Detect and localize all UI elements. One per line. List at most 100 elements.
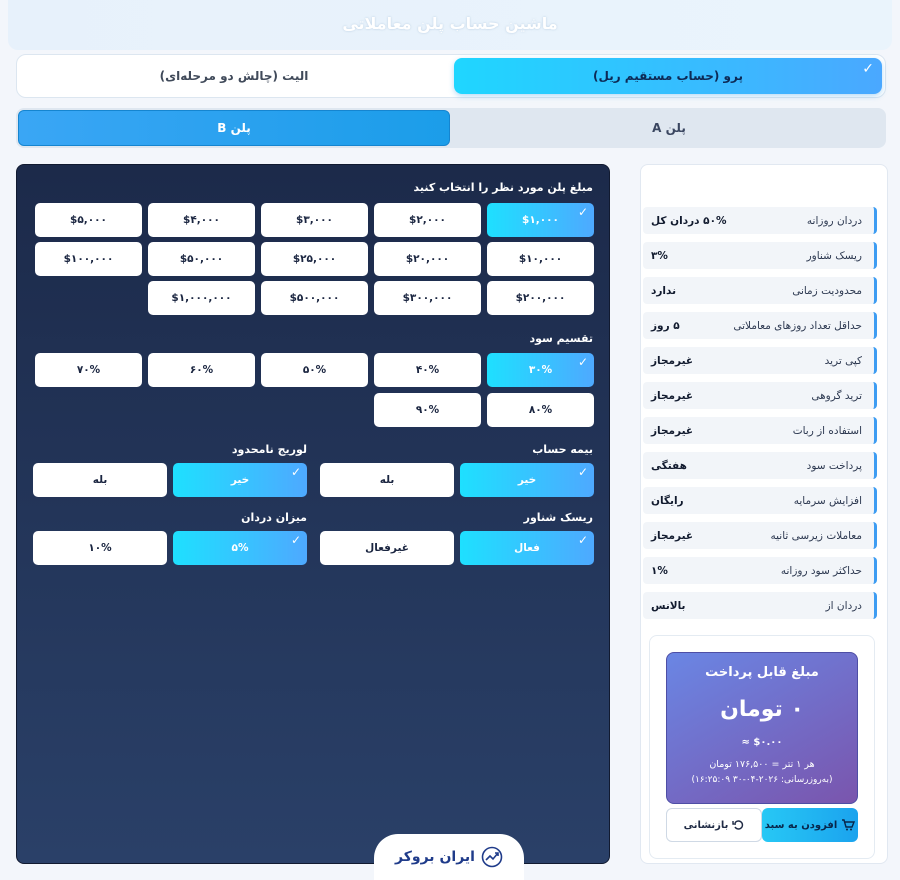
split-option[interactable]: ۶۰% bbox=[148, 353, 255, 387]
insurance-no-option[interactable]: ✓ خیر bbox=[460, 463, 594, 497]
split-option-label: ۹۰% bbox=[415, 404, 440, 416]
info-value: بالانس bbox=[651, 599, 686, 612]
tab-pro[interactable]: ✓ پرو (حساب مستقیم ریل) bbox=[454, 58, 882, 94]
amount-option[interactable]: ✓ $۱,۰۰۰ bbox=[487, 203, 594, 237]
info-value: غیرمجاز bbox=[651, 529, 694, 542]
split-section-title: تقسیم سود bbox=[529, 332, 593, 345]
info-value: غیرمجاز bbox=[651, 424, 694, 437]
split-option[interactable]: ۸۰% bbox=[487, 393, 594, 427]
leverage-option-label: بله bbox=[92, 474, 108, 486]
info-value: ۱% bbox=[651, 564, 668, 577]
info-row: حداکثر سود روزانه ۱% bbox=[643, 557, 877, 584]
amount-option-label: $۱۰۰,۰۰۰ bbox=[63, 253, 114, 265]
amount-option-label: $۵۰۰,۰۰۰ bbox=[289, 292, 340, 304]
top-banner: ماشین حساب پلن معاملاتی bbox=[8, 0, 892, 50]
amount-option[interactable]: $۱۰,۰۰۰ bbox=[487, 242, 594, 276]
info-row: معاملات زیرسی ثانیه غیرمجاز bbox=[643, 522, 877, 549]
check-icon: ✓ bbox=[862, 61, 874, 77]
cart-icon bbox=[842, 819, 856, 831]
add-to-cart-button[interactable]: افزودن به سبد bbox=[762, 808, 858, 842]
last-updated: (به‌روزرسانی: ۲۰۲۶-۰۴-۳۰ ۱۶:۲۵:۰۹) bbox=[691, 775, 833, 785]
amount-option-label: $۵۰,۰۰۰ bbox=[179, 253, 224, 265]
brand-logo[interactable]: ایران بروکر bbox=[374, 834, 524, 880]
split-option-label: ۸۰% bbox=[528, 404, 553, 416]
amount-option-label: $۲,۰۰۰ bbox=[409, 214, 446, 226]
split-option-label: ۵۰% bbox=[302, 364, 327, 376]
info-label: استفاده از ربات bbox=[792, 424, 862, 437]
reset-label: بازنشانی bbox=[683, 819, 729, 831]
payment-amount: ۰ تومان bbox=[720, 697, 804, 722]
plan-info-panel: دردان روزانه ۵۰% دردان کل ریسک شناور ۳% … bbox=[640, 164, 888, 864]
leverage-section-title: لوریج نامحدود bbox=[231, 443, 307, 456]
amount-option-label: $۲۰۰,۰۰۰ bbox=[515, 292, 566, 304]
drawdown-10-option[interactable]: ۱۰% bbox=[33, 531, 167, 565]
payment-title: مبلغ قابل پرداخت bbox=[705, 665, 819, 680]
split-option[interactable]: ۷۰% bbox=[35, 353, 142, 387]
amount-option[interactable]: $۲۰,۰۰۰ bbox=[374, 242, 481, 276]
trend-logo-icon bbox=[481, 846, 503, 868]
amount-option[interactable]: $۲۵,۰۰۰ bbox=[261, 242, 368, 276]
info-value: غیرمجاز bbox=[651, 354, 694, 367]
check-icon: ✓ bbox=[577, 533, 588, 547]
amount-option-label: $۱۰,۰۰۰ bbox=[518, 253, 563, 265]
split-option-label: ۴۰% bbox=[415, 364, 440, 376]
tab-elite[interactable]: الیت (چالش دو مرحله‌ای) bbox=[20, 58, 448, 94]
amount-option[interactable]: $۳,۰۰۰ bbox=[261, 203, 368, 237]
insurance-yes-option[interactable]: بله bbox=[320, 463, 454, 497]
drawdown-5-option[interactable]: ✓ ۵% bbox=[173, 531, 307, 565]
amount-option[interactable]: $۵۰,۰۰۰ bbox=[148, 242, 255, 276]
split-option[interactable]: ۴۰% bbox=[374, 353, 481, 387]
split-option-label: ۳۰% bbox=[528, 364, 553, 376]
amount-option[interactable]: $۱,۰۰۰,۰۰۰ bbox=[148, 281, 255, 315]
split-option[interactable]: ✓ ۳۰% bbox=[487, 353, 594, 387]
check-icon: ✓ bbox=[290, 533, 301, 547]
tab-plan-b[interactable]: پلن B bbox=[18, 110, 450, 146]
info-label: افزایش سرمایه bbox=[793, 494, 862, 507]
account-type-tabs: ✓ پرو (حساب مستقیم ریل) الیت (چالش دو مر… bbox=[16, 54, 886, 98]
brand-name: ایران بروکر bbox=[395, 849, 475, 865]
undo-icon bbox=[732, 820, 744, 830]
leverage-option-label: خیر bbox=[230, 474, 250, 486]
amount-option[interactable]: $۵۰۰,۰۰۰ bbox=[261, 281, 368, 315]
drawdown-option-label: ۱۰% bbox=[88, 542, 112, 554]
info-row: پرداخت سود هفتگی bbox=[643, 452, 877, 479]
amount-option-label: $۱,۰۰۰,۰۰۰ bbox=[171, 292, 232, 304]
info-value: ۵۰% دردان کل bbox=[651, 214, 727, 227]
floating-active-option[interactable]: ✓ فعال bbox=[460, 531, 594, 565]
amount-option[interactable]: $۵,۰۰۰ bbox=[35, 203, 142, 237]
amount-option-label: $۲۰,۰۰۰ bbox=[405, 253, 450, 265]
tab-pro-label: پرو (حساب مستقیم ریل) bbox=[593, 69, 743, 83]
floating-option-label: فعال bbox=[514, 542, 540, 554]
leverage-yes-option[interactable]: بله bbox=[33, 463, 167, 497]
info-label: حداقل تعداد روزهای معاملاتی bbox=[733, 319, 862, 332]
reset-button[interactable]: بازنشانی bbox=[666, 808, 762, 842]
leverage-no-option[interactable]: ✓ خیر bbox=[173, 463, 307, 497]
info-row: افزایش سرمایه رایگان bbox=[643, 487, 877, 514]
amount-option[interactable]: $۲,۰۰۰ bbox=[374, 203, 481, 237]
split-option-label: ۷۰% bbox=[76, 364, 101, 376]
split-option[interactable]: ۹۰% bbox=[374, 393, 481, 427]
amount-option[interactable]: $۲۰۰,۰۰۰ bbox=[487, 281, 594, 315]
amount-option-label: $۲۵,۰۰۰ bbox=[292, 253, 337, 265]
info-label: ریسک شناور bbox=[806, 249, 862, 262]
exchange-rate: هر ۱ تتر = ۱۷۶,۵۰۰ تومان bbox=[709, 759, 815, 770]
info-label: دردان از bbox=[825, 599, 862, 612]
split-option[interactable]: ۵۰% bbox=[261, 353, 368, 387]
info-value: ندارد bbox=[651, 284, 677, 297]
split-option-label: ۶۰% bbox=[189, 364, 214, 376]
info-value: غیرمجاز bbox=[651, 389, 694, 402]
info-value: ۵ روز bbox=[651, 319, 680, 332]
tab-elite-label: الیت (چالش دو مرحله‌ای) bbox=[159, 69, 309, 83]
amount-option[interactable]: $۳۰۰,۰۰۰ bbox=[374, 281, 481, 315]
drawdown-option-label: ۵% bbox=[231, 542, 249, 554]
payment-summary: مبلغ قابل پرداخت ۰ تومان $۰.۰۰ ≈ هر ۱ تت… bbox=[666, 652, 858, 804]
check-icon: ✓ bbox=[577, 205, 588, 219]
floating-inactive-option[interactable]: غیرفعال bbox=[320, 531, 454, 565]
info-label: پرداخت سود bbox=[806, 459, 862, 472]
page-title: ماشین حساب پلن معاملاتی bbox=[342, 14, 558, 33]
info-label: معاملات زیرسی ثانیه bbox=[770, 529, 862, 542]
amount-option-label: $۳۰۰,۰۰۰ bbox=[402, 292, 453, 304]
amount-option[interactable]: $۴,۰۰۰ bbox=[148, 203, 255, 237]
tab-plan-a[interactable]: پلن A bbox=[454, 110, 884, 146]
amount-option[interactable]: $۱۰۰,۰۰۰ bbox=[35, 242, 142, 276]
